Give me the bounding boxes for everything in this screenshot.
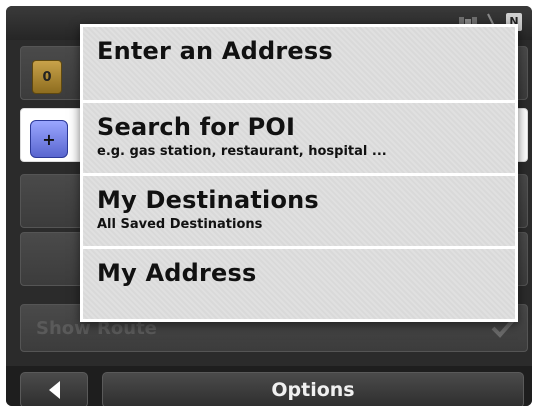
add-stop-button[interactable]: + xyxy=(30,120,68,158)
menu-item-title: My Address xyxy=(97,259,257,287)
menu-item-subtitle: All Saved Destinations xyxy=(97,217,263,232)
menu-item-title: My Destinations xyxy=(97,186,319,214)
back-button[interactable] xyxy=(20,372,88,406)
menu-item-my-address[interactable]: My Address xyxy=(83,249,515,319)
origin-marker[interactable]: 0 xyxy=(32,60,62,94)
menu-item-my-destinations[interactable]: My Destinations All Saved Destinations xyxy=(83,176,515,249)
menu-item-subtitle: e.g. gas station, restaurant, hospital .… xyxy=(97,144,387,159)
menu-item-title: Search for POI xyxy=(97,113,296,141)
back-arrow-icon xyxy=(48,381,60,399)
destination-menu: Enter an Address Search for POI e.g. gas… xyxy=(80,24,518,322)
options-button[interactable]: Options xyxy=(102,372,524,406)
menu-item-search-poi[interactable]: Search for POI e.g. gas station, restaur… xyxy=(83,103,515,176)
menu-item-enter-address[interactable]: Enter an Address xyxy=(83,27,515,103)
menu-item-title: Enter an Address xyxy=(97,37,333,65)
